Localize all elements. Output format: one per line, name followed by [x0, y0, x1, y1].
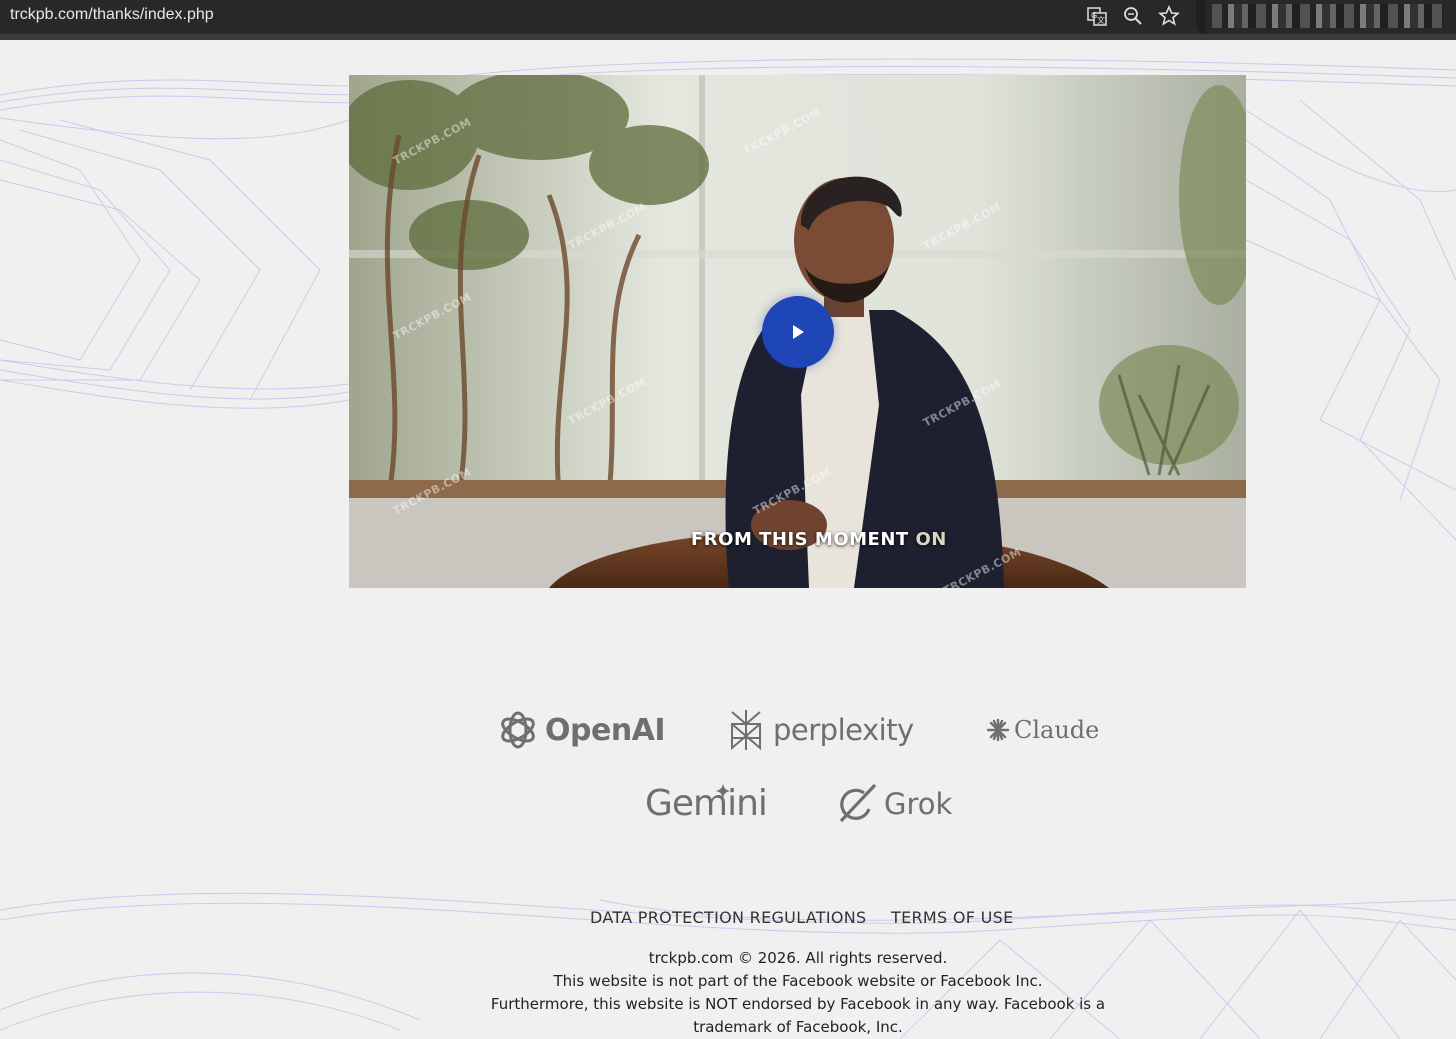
openai-wordmark: OpenAI	[545, 712, 666, 748]
caption-tail-text: ON	[915, 529, 947, 550]
data-protection-link[interactable]: DATA PROTECTION REGULATIONS	[590, 908, 867, 927]
gemini-wordmark: Gemini	[645, 783, 768, 824]
perplexity-icon	[731, 710, 761, 751]
grok-wordmark: Grok	[884, 787, 953, 821]
claude-wordmark: Claude	[1014, 716, 1100, 744]
caption-main-text: FROM THIS MOMENT	[691, 529, 909, 550]
svg-text:文: 文	[1097, 15, 1105, 25]
openai-icon	[501, 711, 535, 749]
profile-extensions-blurred	[1212, 4, 1444, 28]
zoom-icon[interactable]	[1121, 4, 1145, 28]
disclaimer-text: Furthermore, this website is NOT endorse…	[490, 995, 1106, 1036]
disclaimer-text: This website is not part of the Facebook…	[553, 972, 1043, 990]
play-button[interactable]	[762, 296, 834, 368]
perplexity-logo: perplexity	[729, 708, 914, 752]
copyright-text: trckpb.com © 2026. All rights reserved.	[648, 949, 948, 967]
gemini-sparkle-icon	[715, 783, 731, 799]
footer-links: DATA PROTECTION REGULATIONS TERMS OF USE	[0, 908, 1456, 932]
perplexity-wordmark: perplexity	[773, 713, 914, 747]
video-player[interactable]: TRCKPB.COM TRCKPB.COM TRCKPB.COM TRCKPB.…	[349, 75, 1246, 588]
address-bar[interactable]: trckpb.com/thanks/index.php	[10, 6, 214, 24]
terms-of-use-link[interactable]: TERMS OF USE	[891, 908, 1014, 927]
claude-logo: Claude	[986, 716, 1099, 744]
claude-starburst-icon	[986, 718, 1010, 742]
play-icon	[793, 325, 804, 339]
openai-logo: OpenAI	[497, 708, 666, 752]
toolbar-divider	[0, 34, 1456, 40]
bookmark-star-icon[interactable]	[1157, 4, 1181, 28]
grok-icon	[839, 783, 877, 823]
toolbar-separator	[1196, 0, 1206, 34]
grok-logo: Grok	[836, 783, 952, 825]
browser-toolbar: trckpb.com/thanks/index.php G 文	[0, 0, 1456, 40]
translate-icon[interactable]: G 文	[1085, 4, 1109, 28]
footer-legal-text: trckpb.com © 2026. All rights reserved. …	[478, 947, 1118, 1039]
gemini-logo: Gemini	[645, 783, 768, 824]
video-caption: FROM THIS MOMENT ON	[691, 529, 947, 550]
